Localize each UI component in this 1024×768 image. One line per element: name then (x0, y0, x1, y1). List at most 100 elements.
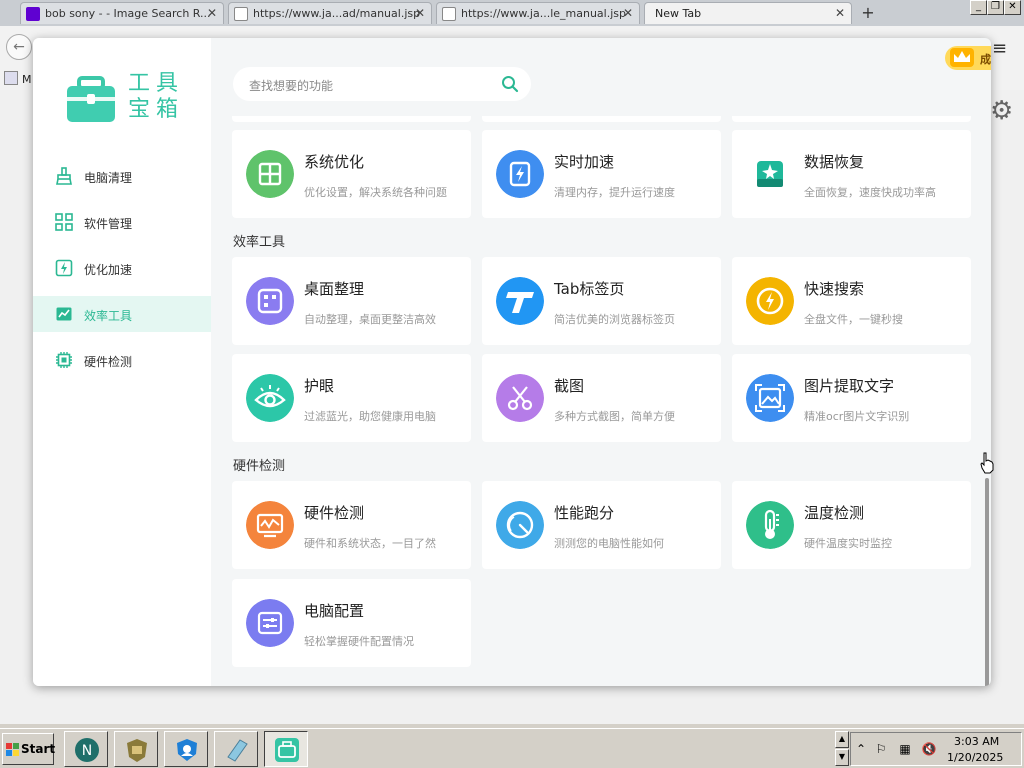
start-label: Start (21, 742, 56, 756)
card-quick-search[interactable]: 快速搜索 全盘文件，一键秒搜 (732, 257, 971, 345)
browser-close-button[interactable]: ✕ (1004, 0, 1021, 15)
card-image-ocr[interactable]: 图片提取文字 精准ocr图片文字识别 (732, 354, 971, 442)
card-pc-config[interactable]: 电脑配置 轻松掌握硬件配置情况 (232, 579, 471, 667)
svg-text:N: N (82, 743, 92, 759)
monitor-wave-icon (246, 501, 294, 549)
logo-line-2: 宝箱 (128, 97, 185, 122)
taskbar-app-toolbox[interactable] (264, 731, 308, 767)
card-desktop-organize[interactable]: 桌面整理 自动整理，桌面更整洁高效 (232, 257, 471, 345)
card-title: 性能跑分 (554, 504, 615, 522)
card-temperature[interactable]: 温度检测 硬件温度实时监控 (732, 481, 971, 569)
tab-label: https://www.ja...ad/manual.jsp (253, 7, 421, 20)
tab-close-icon[interactable]: ✕ (207, 6, 217, 20)
browser-minimize-button[interactable]: _ (970, 0, 987, 15)
firewall-shield-icon (127, 739, 147, 762)
card-title: 电脑配置 (304, 602, 365, 620)
browser-tab-2[interactable]: https://www.ja...ad/manual.jsp ✕ (228, 2, 432, 24)
section-title-hardware: 硬件检测 (233, 459, 286, 474)
scrollbar[interactable] (985, 478, 989, 686)
card-screenshot[interactable]: 截图 多种方式截图，简单方便 (482, 354, 721, 442)
clock-date[interactable]: 1/20/2025 (947, 751, 1003, 764)
crown-icon (950, 48, 974, 67)
browser-tab-1[interactable]: bob sony - - Image Search R... ✕ (20, 2, 224, 24)
sidebar-item-label: 电脑清理 (84, 171, 133, 185)
bookmark-icon[interactable] (4, 71, 18, 85)
taskbar-app-firewall[interactable] (114, 731, 158, 767)
search-icon[interactable] (501, 75, 519, 93)
card-data-recovery[interactable]: 数据恢复 全面恢复，速度快成功率高 (732, 130, 971, 218)
sidebar-item-hardware[interactable]: 硬件检测 (33, 342, 211, 378)
card-title: 数据恢复 (804, 153, 865, 171)
vip-button[interactable]: 成为会员 (945, 46, 991, 70)
security-shield-icon (177, 739, 197, 761)
tab-close-icon[interactable]: ✕ (623, 6, 633, 20)
sidebar-item-label: 优化加速 (84, 263, 133, 277)
toolbox-icon (275, 738, 299, 762)
card-partial (732, 116, 971, 122)
search-placeholder: 查找想要的功能 (249, 79, 334, 93)
card-title: 护眼 (304, 377, 335, 395)
sliders-icon (246, 599, 294, 647)
taskbar-app-netscape[interactable]: N (64, 731, 108, 767)
card-realtime-boost[interactable]: 实时加速 清理内存，提升运行速度 (482, 130, 721, 218)
sidebar-item-optimize[interactable]: 优化加速 (33, 250, 211, 286)
browser-restore-button[interactable]: ❐ (987, 0, 1004, 15)
new-tab-button[interactable]: + (858, 4, 878, 22)
browser-menu-icon[interactable]: ≡ (992, 38, 1007, 59)
card-eye-care[interactable]: 护眼 过滤蓝光，助您健康用电脑 (232, 354, 471, 442)
lightning-icon (496, 150, 544, 198)
card-hardware-check[interactable]: 硬件检测 硬件和系统状态，一目了然 (232, 481, 471, 569)
bolt-icon (55, 259, 73, 277)
vip-label: 成为会员 (980, 53, 991, 66)
card-desc: 过滤蓝光，助您健康用电脑 (304, 410, 436, 423)
flag-icon[interactable]: ⚐ (873, 741, 889, 757)
search-input[interactable]: 查找想要的功能 (233, 67, 531, 101)
windows-flag-icon (6, 743, 19, 756)
network-icon[interactable]: ▦ (897, 741, 913, 757)
card-desc: 测测您的电脑性能如何 (554, 537, 664, 550)
back-arrow-icon[interactable]: ← (6, 34, 32, 60)
taskbar-app-security[interactable] (164, 731, 208, 767)
toolbox-logo-icon (67, 76, 115, 122)
document-icon (442, 7, 456, 21)
sidebar-item-label: 硬件检测 (84, 355, 133, 369)
card-title: 快速搜索 (804, 280, 865, 298)
sidebar-item-label: 效率工具 (84, 309, 133, 323)
netscape-icon: N (75, 738, 99, 762)
card-desc: 全盘文件，一键秒搜 (804, 313, 903, 326)
card-desc: 全面恢复，速度快成功率高 (804, 186, 936, 199)
start-button[interactable]: Start (2, 733, 56, 765)
taskbar-scroll-down[interactable]: ▼ (835, 749, 849, 766)
taskbar-app-notepad[interactable] (214, 731, 258, 767)
toolbox-window: 工具 宝箱 电脑清理 软件管理 优化加速 效率工具 硬件检测 查找想要的功能 成… (33, 38, 991, 686)
clock-time[interactable]: 3:03 AM (954, 735, 999, 748)
tab-close-icon[interactable]: ✕ (415, 6, 425, 20)
tray-expand-icon[interactable]: ⌃ (853, 741, 869, 757)
card-title: 系统优化 (304, 153, 365, 171)
gear-icon[interactable]: ⚙ (990, 96, 1013, 126)
browser-tab-new[interactable]: New Tab ✕ (644, 2, 852, 24)
tab-t-icon (496, 277, 544, 325)
card-system-optimize[interactable]: 系统优化 优化设置，解决系统各种问题 (232, 130, 471, 218)
document-icon (234, 7, 248, 21)
eye-icon (246, 374, 294, 422)
main-panel: 查找想要的功能 成为会员 ☰ — ✕ 系统优化 (211, 38, 991, 686)
sidebar-item-efficiency[interactable]: 效率工具 (33, 296, 211, 332)
bookmark-label[interactable]: M (22, 73, 32, 86)
card-desc: 硬件温度实时监控 (804, 537, 892, 550)
sidebar-item-pc-clean[interactable]: 电脑清理 (33, 158, 211, 194)
taskbar-scroll-up[interactable]: ▲ (835, 731, 849, 748)
gauge-icon (496, 501, 544, 549)
card-tab-page[interactable]: Tab标签页 简洁优美的浏览器标签页 (482, 257, 721, 345)
chart-icon (56, 307, 72, 321)
sidebar-item-software[interactable]: 软件管理 (33, 204, 211, 240)
tab-close-icon[interactable]: ✕ (835, 6, 845, 20)
card-desc: 轻松掌握硬件配置情况 (304, 635, 414, 648)
card-desc: 硬件和系统状态，一目了然 (304, 537, 436, 550)
card-desc: 优化设置，解决系统各种问题 (304, 186, 447, 199)
browser-tab-strip: bob sony - - Image Search R... ✕ https:/… (0, 0, 1024, 26)
volume-muted-icon[interactable]: 🔇 (921, 741, 937, 757)
yahoo-icon (26, 7, 40, 21)
browser-tab-3[interactable]: https://www.ja...le_manual.jsp ✕ (436, 2, 640, 24)
card-benchmark[interactable]: 性能跑分 测测您的电脑性能如何 (482, 481, 721, 569)
